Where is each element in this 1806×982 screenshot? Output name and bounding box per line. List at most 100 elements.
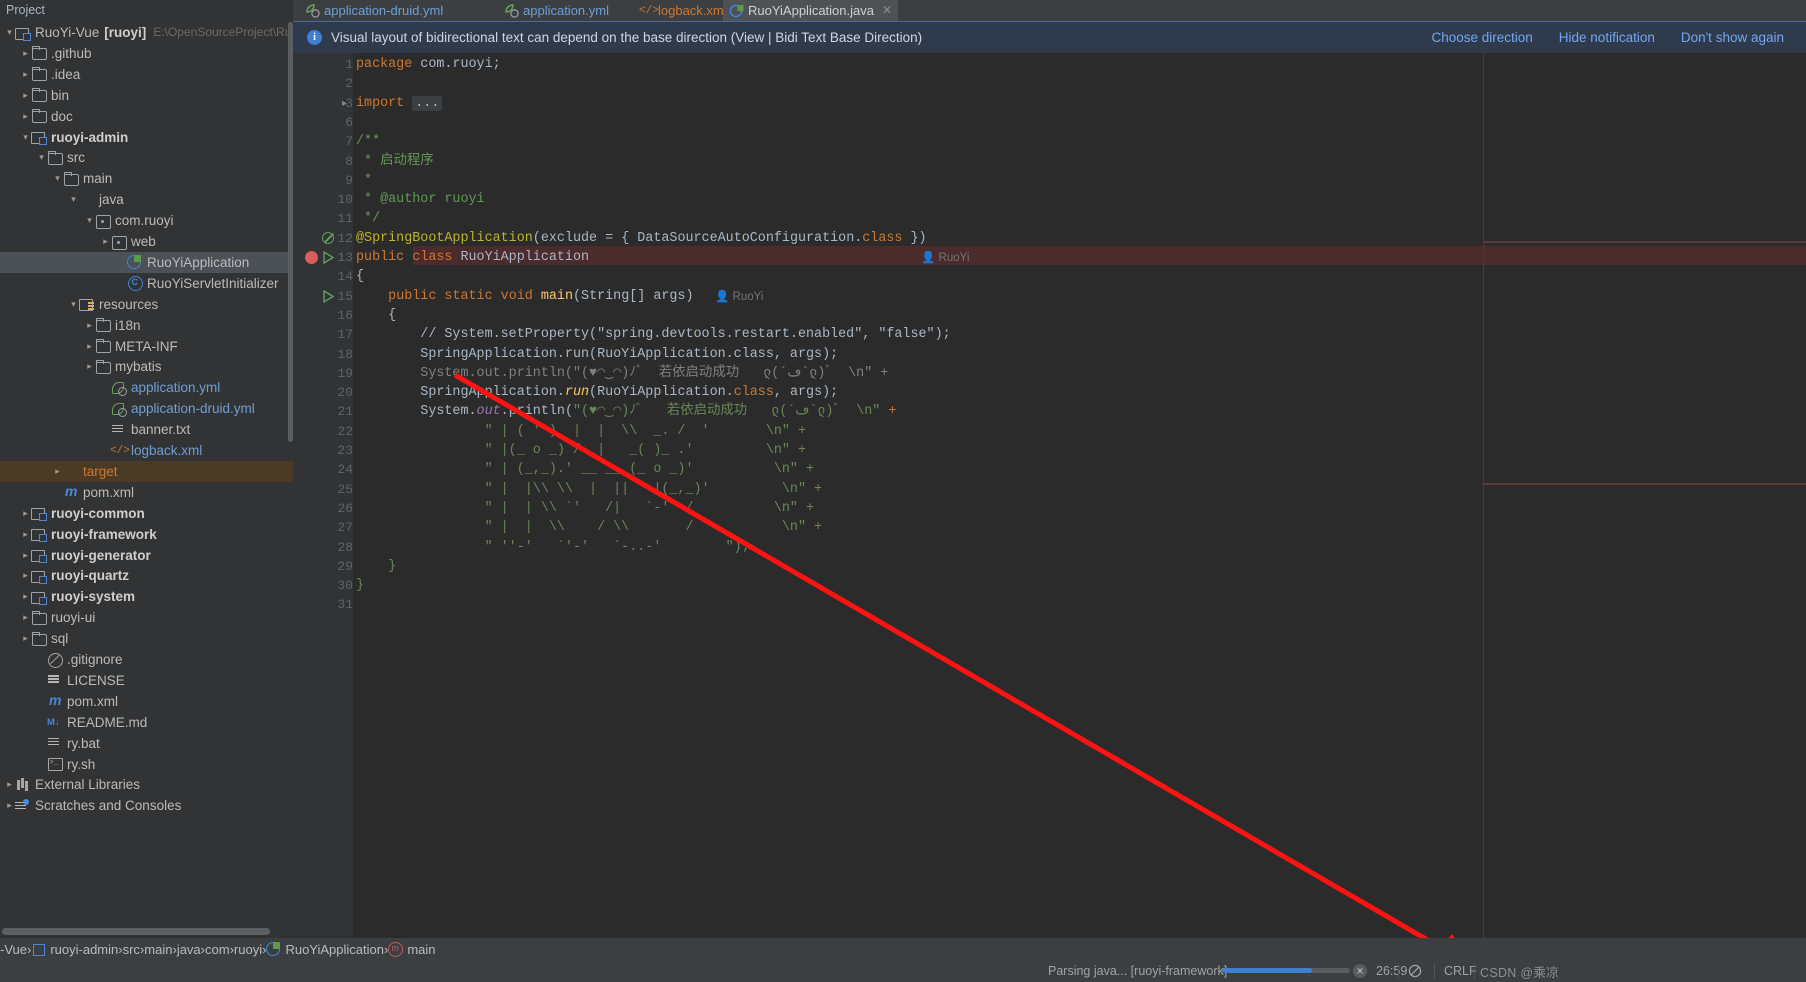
project-tree-hscrollbar[interactable]: [2, 928, 270, 935]
chevron-right-icon[interactable]: [20, 64, 31, 85]
code-line-8[interactable]: * 启动程序: [356, 152, 434, 171]
code-line-25[interactable]: " | |\\ \\ | || |(_,_)' \n" +: [356, 480, 823, 499]
code-line-23[interactable]: " |(_ o _) / | _( )_ .' \n" +: [356, 441, 806, 460]
code-line-30[interactable]: }: [356, 576, 364, 595]
chevron-right-icon[interactable]: [4, 774, 15, 795]
chevron-right-icon[interactable]: [84, 315, 95, 336]
code-line-28[interactable]: " ''-' `'-' `-..-' ");: [356, 538, 750, 557]
breakpoint-icon[interactable]: [305, 251, 318, 264]
notification-action-don-t-show-again[interactable]: Don't show again: [1681, 30, 1784, 45]
breadcrumb[interactable]: -Vue › ruoyi-admin › src › main › java › com › ruoyi…: [0, 938, 1806, 960]
chevron-down-icon[interactable]: [68, 189, 79, 210]
code-line-7[interactable]: /**: [356, 132, 380, 151]
tree-item-application-yml[interactable]: application.yml: [0, 377, 293, 398]
project-tool-window[interactable]: Project RuoYi-Vue [ruoyi] E:\OpenSourcePro…: [0, 0, 293, 952]
tree-item-application-druid-yml[interactable]: application-druid.yml: [0, 398, 293, 419]
notification-action-choose-direction[interactable]: Choose direction: [1431, 30, 1532, 45]
chevron-right-icon[interactable]: [100, 231, 111, 252]
chevron-right-icon[interactable]: [20, 586, 31, 607]
tree-item-ruoyi-framework[interactable]: ruoyi-framework: [0, 524, 293, 545]
chevron-right-icon[interactable]: [20, 524, 31, 545]
tree-item-i18n[interactable]: i18n: [0, 315, 293, 336]
tree-item-ruoyi-admin[interactable]: ruoyi-admin: [0, 127, 293, 148]
chevron-down-icon[interactable]: [52, 168, 63, 189]
breadcrumb-item-java[interactable]: java: [177, 942, 201, 957]
tree-item-github[interactable]: .github: [0, 43, 293, 64]
breadcrumb-item-ruoyiapplication[interactable]: RuoYiApplication: [266, 942, 384, 957]
code-line-1[interactable]: package com.ruoyi;: [356, 55, 501, 74]
breadcrumb-item-ruoyi-admin[interactable]: ruoyi-admin: [31, 942, 118, 957]
tree-item-src[interactable]: src: [0, 147, 293, 168]
code-line-29[interactable]: }: [356, 557, 396, 576]
tree-item-main[interactable]: main: [0, 168, 293, 189]
chevron-down-icon[interactable]: [4, 22, 15, 43]
code-line-13[interactable]: public class RuoYiApplication: [356, 248, 589, 267]
tree-item-banner-txt[interactable]: banner.txt: [0, 419, 293, 440]
editor-gutter[interactable]: 1 2 3 6 7 8 9 10 11 12 13 14 15 16 17 18 19 20 21 22 23 24 25 2…: [293, 53, 369, 952]
tree-item-ruoyiapplication[interactable]: RuoYiApplication: [0, 251, 293, 273]
close-tab-icon[interactable]: ✕: [882, 0, 892, 21]
code-editor[interactable]: 1 2 3 6 7 8 9 10 11 12 13 14 15 16 17 18 19 20 21 22 23 24 25 2…: [293, 53, 1806, 952]
breadcrumb-item-src[interactable]: src: [123, 942, 140, 957]
code-line-14[interactable]: {: [356, 267, 364, 286]
tree-root-row[interactable]: RuoYi-Vue [ruoyi] E:\OpenSourceProject\Ruo…: [0, 22, 293, 43]
code-line-11[interactable]: */: [356, 209, 380, 228]
breadcrumb-item-com[interactable]: com: [205, 942, 230, 957]
breadcrumb-item-main[interactable]: main: [388, 941, 436, 957]
chevron-down-icon[interactable]: [36, 147, 47, 168]
fold-expand-icon[interactable]: ▸: [342, 94, 347, 113]
tree-item-sql[interactable]: sql: [0, 628, 293, 649]
run-gutter-icon[interactable]: [323, 250, 335, 265]
status-bar[interactable]: Parsing java... [ruoyi-framework] ✕ 26:5…: [0, 960, 1806, 982]
tree-item-gitignore[interactable]: .gitignore: [0, 649, 293, 670]
notification-actions[interactable]: Choose direction Hide notification Don't s…: [1431, 30, 1792, 45]
code-line-22[interactable]: " | ( ' ) | | \\ _. / ' \n" +: [356, 422, 806, 441]
code-line-21[interactable]: System.out.println("(♥◠‿◠)ﾉﾞ 若依启动成功 ლ(´ڡ…: [356, 402, 896, 421]
line-separator-label[interactable]: CRLF: [1444, 964, 1477, 978]
chevron-right-icon[interactable]: [20, 106, 31, 127]
code-line-17[interactable]: // System.setProperty("spring.devtools.r…: [356, 325, 950, 344]
tree-item-meta-inf[interactable]: META-INF: [0, 336, 293, 357]
tree-item-mybatis[interactable]: mybatis: [0, 356, 293, 377]
code-line-19[interactable]: System.out.println("(♥◠‿◠)ﾉﾞ 若依启动成功 ლ(´ڡ…: [356, 364, 888, 383]
breadcrumb-item-ruoyi[interactable]: ruoyi: [234, 942, 262, 957]
notification-action-hide-notification[interactable]: Hide notification: [1559, 30, 1655, 45]
editor-tab-application-yml[interactable]: application.yml: [498, 0, 615, 21]
code-line-10[interactable]: * @author ruoyi: [356, 190, 485, 209]
code-line-12[interactable]: @SpringBootApplication(exclude = { DataS…: [356, 229, 927, 248]
code-line-27[interactable]: " | | \\ / \\ / \n" +: [356, 518, 823, 537]
chevron-down-icon[interactable]: [20, 127, 31, 148]
chevron-right-icon[interactable]: [4, 795, 15, 816]
tree-item-ry-bat[interactable]: ry.bat: [0, 733, 293, 754]
chevron-right-icon[interactable]: [20, 85, 31, 106]
chevron-right-icon[interactable]: [20, 565, 31, 586]
tree-item-target[interactable]: target: [0, 460, 293, 482]
cancel-task-icon[interactable]: ✕: [1353, 964, 1367, 978]
tree-item-ry-sh[interactable]: ry.sh: [0, 754, 293, 775]
code-line-18[interactable]: SpringApplication.run(RuoYiApplication.c…: [356, 345, 838, 364]
tree-item-ruoyi-generator[interactable]: ruoyi-generator: [0, 545, 293, 566]
code-line-26[interactable]: " | | \\ `' /| `-' / \n" +: [356, 499, 814, 518]
tree-item-bin[interactable]: bin: [0, 85, 293, 106]
tree-item-ruoyiservletinitializer[interactable]: RuoYiServletInitializer: [0, 273, 293, 294]
code-line-20[interactable]: SpringApplication.run(RuoYiApplication.c…: [356, 383, 838, 402]
chevron-right-icon[interactable]: [52, 461, 63, 482]
chevron-right-icon[interactable]: [20, 628, 31, 649]
tree-item-ruoyi-ui[interactable]: ruoyi-ui: [0, 607, 293, 628]
code-line-15[interactable]: public static void main(String[] args): [356, 287, 693, 306]
code-line-24[interactable]: " | (_,_).' __ ___(_ o _)' \n" +: [356, 460, 814, 479]
editor-tab-bar[interactable]: application-druid.yml application.yml </> l…: [293, 0, 1806, 21]
tree-item-readme-md[interactable]: README.md: [0, 712, 293, 733]
chevron-right-icon[interactable]: [20, 43, 31, 64]
tree-item-idea[interactable]: .idea: [0, 64, 293, 85]
code-line-16[interactable]: {: [356, 306, 396, 325]
tree-item-web[interactable]: web: [0, 231, 293, 252]
suppress-inspection-icon[interactable]: [322, 231, 334, 244]
chevron-right-icon[interactable]: [20, 545, 31, 566]
error-stripe-marker[interactable]: [1483, 241, 1806, 243]
tree-item-doc[interactable]: doc: [0, 106, 293, 127]
chevron-right-icon[interactable]: [20, 607, 31, 628]
editor-tab-ruoyiapplication-java[interactable]: RuoYiApplication.java ✕: [723, 0, 899, 21]
tree-item-pom-xml[interactable]: pom.xml: [0, 482, 293, 503]
tree-item-license[interactable]: LICENSE: [0, 670, 293, 691]
